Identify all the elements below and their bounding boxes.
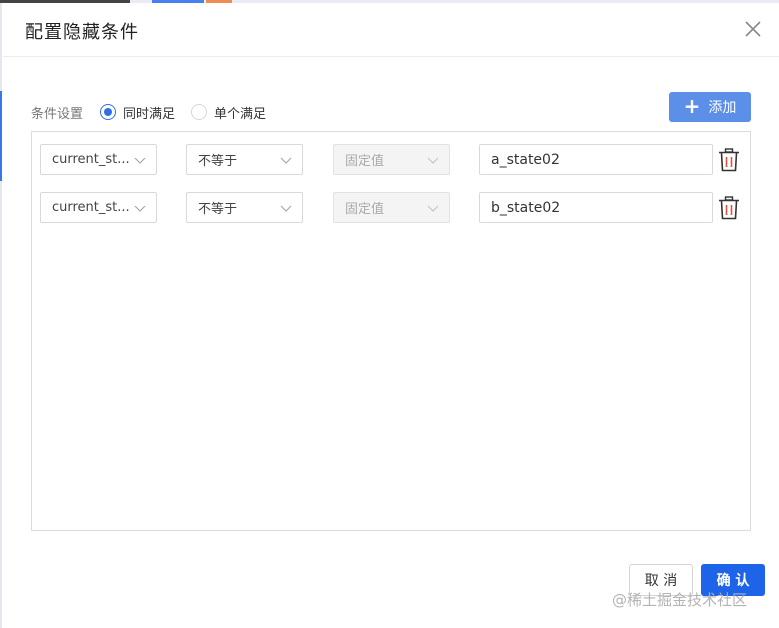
field-select-value: current_st... (52, 152, 130, 167)
value-input[interactable]: b_state02 (479, 192, 713, 223)
radio-label: 单个满足 (214, 106, 267, 122)
value-type-select: 固定值 (333, 192, 450, 223)
field-select[interactable]: current_st... (40, 144, 157, 175)
trash-icon (719, 196, 739, 220)
radio-unchecked-icon (191, 104, 208, 120)
value-input[interactable]: a_state02 (479, 144, 713, 175)
background-app-sidebar (0, 3, 2, 628)
dialog-title: 配置隐藏条件 (25, 22, 139, 43)
operator-select-value: 不等于 (198, 154, 238, 169)
condition-setting-label: 条件设置 (31, 106, 84, 122)
add-condition-button[interactable]: + 添加 (669, 92, 751, 122)
close-icon (745, 21, 761, 37)
field-select[interactable]: current_st... (40, 192, 157, 223)
condition-list: current_st... 不等于 固定值 a_state02 current_… (31, 131, 751, 531)
chevron-down-icon (427, 157, 439, 164)
field-select-value: current_st... (52, 200, 130, 215)
radio-label: 同时满足 (123, 106, 176, 122)
operator-select[interactable]: 不等于 (186, 192, 303, 223)
value-type-select-value: 固定值 (345, 202, 385, 217)
condition-rule-row: current_st... 不等于 固定值 (32, 144, 752, 176)
add-button-label: 添加 (708, 100, 737, 116)
background-segment (0, 91, 2, 181)
value-type-select: 固定值 (333, 144, 450, 175)
chevron-down-icon (427, 205, 439, 212)
close-button[interactable] (743, 19, 763, 39)
chevron-down-icon (134, 205, 146, 212)
chevron-down-icon (280, 157, 292, 164)
value-type-select-value: 固定值 (345, 154, 385, 169)
condition-setting-row: 条件设置 同时满足 单个满足 (31, 101, 282, 123)
hide-condition-dialog: 配置隐藏条件 条件设置 同时满足 单个满足 + 添加 current_st...… (3, 3, 779, 628)
radio-checked-icon (100, 104, 117, 120)
plus-icon: + (683, 94, 701, 118)
radio-match-all[interactable]: 同时满足 (100, 103, 175, 122)
trash-icon (719, 148, 739, 172)
delete-rule-button[interactable] (718, 148, 740, 172)
chevron-down-icon (280, 205, 292, 212)
operator-select-value: 不等于 (198, 202, 238, 217)
delete-rule-button[interactable] (718, 196, 740, 220)
radio-match-any[interactable]: 单个满足 (191, 103, 266, 122)
chevron-down-icon (134, 157, 146, 164)
condition-rule-row: current_st... 不等于 固定值 (32, 192, 752, 224)
dialog-header: 配置隐藏条件 (3, 3, 779, 57)
page: 配置隐藏条件 条件设置 同时满足 单个满足 + 添加 current_st...… (0, 0, 779, 628)
operator-select[interactable]: 不等于 (186, 144, 303, 175)
watermark: @稀土掘金技术社区 (612, 591, 748, 609)
